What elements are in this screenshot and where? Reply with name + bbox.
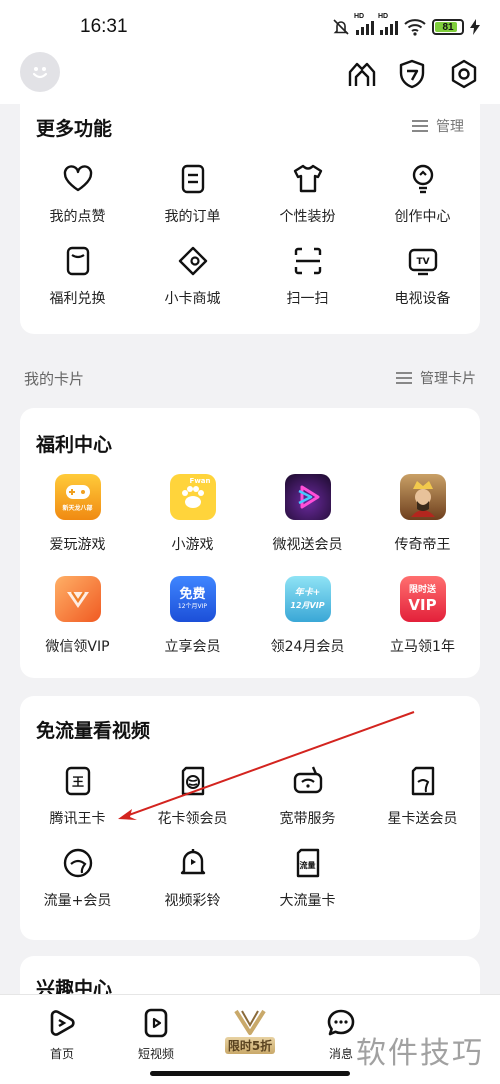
nav-short-video[interactable]: 短视频 xyxy=(121,1007,191,1062)
short-video-icon xyxy=(144,1008,168,1038)
home-play-icon xyxy=(50,1010,75,1036)
vip-icon xyxy=(234,1009,266,1035)
home-indicator[interactable] xyxy=(150,1071,350,1076)
message-icon xyxy=(327,1009,355,1036)
annotation-arrow xyxy=(118,711,415,820)
watermark-text: 软件技巧 xyxy=(356,1036,484,1071)
nav-home[interactable]: 首页 xyxy=(27,1007,97,1062)
nav-vip[interactable]: 限时5折 xyxy=(215,1007,285,1054)
